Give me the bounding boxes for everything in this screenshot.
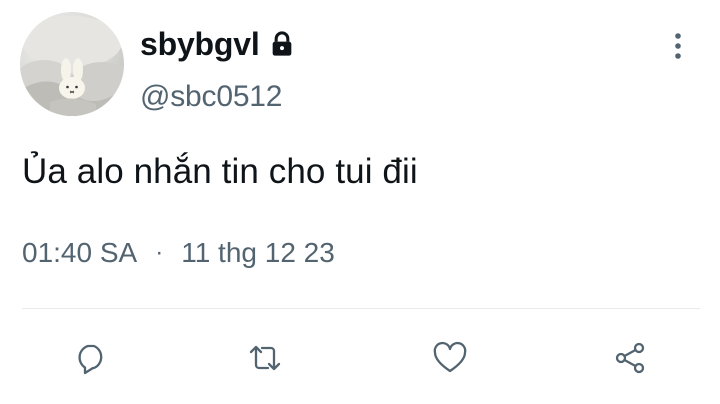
tweet-metadata: 01:40 SA · 11 thg 12 23 <box>22 237 335 269</box>
tweet-time[interactable]: 01:40 SA <box>22 237 137 269</box>
more-vertical-icon <box>675 33 681 59</box>
author-name-row: sbybgvl <box>140 26 296 63</box>
divider <box>22 308 700 309</box>
reply-button[interactable] <box>67 334 115 382</box>
display-name[interactable]: sbybgvl <box>140 26 260 63</box>
heart-icon <box>433 341 467 373</box>
tweet-card: sbybgvl @sbc0512 Ủa alo nhắn tin cho tui… <box>0 0 720 404</box>
retweet-icon <box>249 345 281 371</box>
tweet-text: Ủa alo nhắn tin cho tui đii <box>22 152 418 191</box>
tweet-date[interactable]: 11 thg 12 23 <box>181 237 335 269</box>
more-button[interactable] <box>663 28 693 64</box>
lock-icon <box>268 30 296 58</box>
action-bar <box>0 334 720 384</box>
like-button[interactable] <box>426 334 474 382</box>
share-button[interactable] <box>606 334 654 382</box>
meta-separator: · <box>155 239 164 266</box>
avatar[interactable] <box>20 12 124 116</box>
reply-icon <box>78 344 103 375</box>
share-icon <box>615 342 645 374</box>
author-handle[interactable]: @sbc0512 <box>140 80 282 114</box>
avatar-image <box>20 16 124 116</box>
retweet-button[interactable] <box>241 334 289 382</box>
